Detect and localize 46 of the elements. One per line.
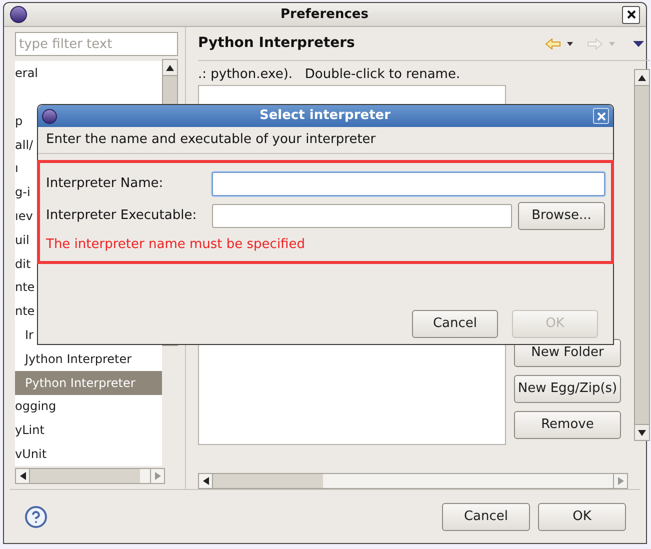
scroll-down-arrow-icon[interactable]	[638, 430, 646, 436]
close-icon	[596, 112, 606, 120]
app-logo-icon	[10, 6, 27, 23]
tree-item[interactable]: yLint	[15, 418, 162, 442]
tree-item[interactable]: ogging	[15, 394, 162, 418]
scroll-thumb[interactable]	[635, 86, 649, 424]
tree-item[interactable]: Python Interpreter	[15, 370, 162, 395]
window-title: Preferences	[280, 6, 370, 24]
push-button[interactable]: New Egg/Zip(s)	[514, 375, 621, 403]
push-button[interactable]: Browse...	[518, 202, 605, 230]
scroll-up-arrow-icon[interactable]	[166, 64, 174, 70]
scroll-thumb[interactable]	[213, 474, 323, 488]
scroll-left-arrow-icon[interactable]	[202, 477, 208, 485]
scroll-right-arrow-icon[interactable]	[618, 477, 624, 485]
field-label: Interpreter Name:	[46, 175, 164, 194]
close-icon	[626, 10, 636, 19]
description-text: .: python.exe). Double-click to rename.	[198, 66, 462, 84]
help-icon[interactable]	[24, 504, 48, 528]
tree-item[interactable]: eral	[15, 61, 162, 85]
input-field[interactable]	[212, 172, 605, 196]
dialog-message: Enter the name and executable of your interpreter	[45, 131, 377, 150]
scroll-left-arrow-icon[interactable]	[20, 472, 26, 480]
scroll-up-arrow-icon[interactable]	[638, 74, 646, 80]
page-title: Python Interpreters	[198, 34, 356, 53]
input-field[interactable]	[212, 204, 512, 228]
app-logo-icon	[42, 108, 57, 124]
scroll-thumb[interactable]	[30, 469, 140, 483]
push-button[interactable]: OK	[538, 502, 626, 530]
horizontal-scrollbar[interactable]	[15, 468, 165, 484]
push-button[interactable]: Cancel	[412, 310, 498, 338]
push-button[interactable]: Remove	[514, 411, 621, 439]
tree-item[interactable]: vUnit	[15, 442, 162, 466]
view-menu-icon[interactable]	[633, 40, 644, 46]
horizontal-scrollbar[interactable]	[198, 473, 628, 489]
scroll-right-arrow-icon[interactable]	[154, 472, 160, 480]
forward-arrow-icon[interactable]	[587, 38, 603, 50]
dropdown-caret-icon[interactable]	[567, 42, 573, 46]
filter-field[interactable]: type filter text	[15, 32, 178, 56]
back-arrow-icon[interactable]	[545, 38, 561, 50]
close-button[interactable]	[622, 6, 640, 24]
error-message: The interpreter name must be specified	[46, 236, 306, 254]
tree-item[interactable]: Jython Interpreter	[15, 346, 162, 371]
push-button[interactable]: Cancel	[442, 502, 530, 530]
field-label: Interpreter Executable:	[46, 207, 198, 226]
vertical-scrollbar[interactable]	[634, 69, 650, 441]
dialog-title: Select interpreter	[258, 107, 392, 126]
